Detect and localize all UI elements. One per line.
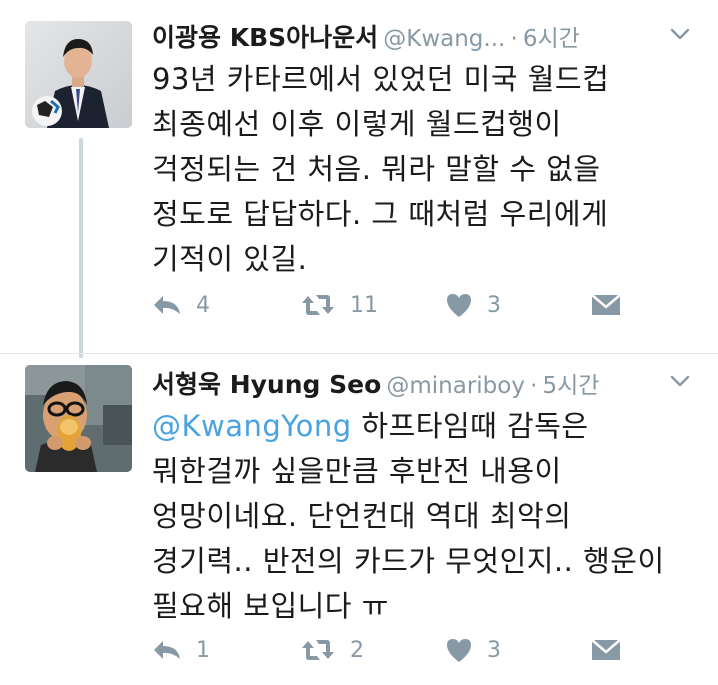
retweet-icon (300, 292, 336, 318)
like-count: 3 (487, 292, 501, 318)
tweet-actions: 1 2 3 (152, 634, 692, 666)
tweet-text-line: @KwangYong 하프타임때 감독은 (152, 404, 672, 449)
reply-icon (152, 637, 182, 663)
tweet-text-line: 93년 카타르에서 있었던 미국 월드컵 (152, 62, 610, 96)
tweet-text-line: 엉망이네요. 단언컨대 역대 최악의 (152, 499, 572, 533)
timestamp[interactable]: 6시간 (523, 26, 580, 52)
tweet-header: 이광용 KBS아나운서 @Kwang... · 6시간 (152, 18, 712, 58)
timestamp[interactable]: 5시간 (542, 373, 599, 399)
tweet-text-line: 뭐한걸까 싶을만큼 후반전 내용이 (152, 454, 562, 488)
tweet-text-line: 필요해 보입니다 ㅠ (152, 589, 389, 623)
retweet-button[interactable]: 11 (300, 289, 378, 321)
like-icon (445, 292, 473, 318)
like-icon (445, 637, 473, 663)
reply-count: 1 (196, 637, 210, 663)
tweet[interactable]: 서형욱 Hyung Seo @minariboy · 5시간 @KwangYon… (0, 355, 718, 685)
retweet-count: 2 (350, 637, 364, 663)
tweet-text-segment: 하프타임때 감독은 (351, 409, 589, 443)
separator-dot: · (530, 373, 538, 399)
tweet[interactable]: 이광용 KBS아나운서 @Kwang... · 6시간 93년 카타르에서 있었… (0, 0, 718, 355)
avatar[interactable] (25, 365, 132, 472)
tweet-text-line: 걱정되는 건 처음. 뭐라 말할 수 없을 (152, 152, 601, 186)
tweet-header: 서형욱 Hyung Seo @minariboy · 5시간 (152, 365, 712, 405)
mention-link[interactable]: @KwangYong (152, 409, 352, 443)
tweet-text-line: 정도로 답답하다. 그 때처럼 우리에게 (152, 197, 609, 231)
retweet-icon (300, 637, 336, 663)
direct-message-icon (590, 292, 622, 318)
display-name[interactable]: 서형욱 Hyung Seo (152, 370, 381, 399)
like-button[interactable]: 3 (445, 289, 501, 321)
display-name[interactable]: 이광용 KBS아나운서 (152, 23, 378, 52)
user-handle[interactable]: @Kwang... (383, 26, 505, 52)
tweet-text-line: 경기력.. 반전의 카드가 무엇인지.. 행운이 (152, 544, 665, 578)
chevron-down-icon[interactable] (668, 22, 692, 46)
tweet-actions: 4 11 3 (152, 289, 692, 321)
avatar[interactable] (25, 21, 132, 128)
reply-button[interactable]: 4 (152, 289, 210, 321)
reply-icon (152, 292, 182, 318)
direct-message-button[interactable] (590, 289, 622, 321)
tweet-text: @KwangYong 하프타임때 감독은 뭐한걸까 싶을만큼 후반전 내용이 엉… (152, 404, 672, 629)
chevron-down-icon[interactable] (668, 369, 692, 393)
tweet-divider (0, 353, 718, 354)
retweet-button[interactable]: 2 (300, 634, 364, 666)
separator-dot: · (510, 26, 518, 52)
reply-button[interactable]: 1 (152, 634, 210, 666)
retweet-count: 11 (350, 292, 378, 318)
reply-count: 4 (196, 292, 210, 318)
user-handle[interactable]: @minariboy (386, 373, 525, 399)
direct-message-button[interactable] (590, 634, 622, 666)
tweet-text-line: 최종예선 이후 이렇게 월드컵행이 (152, 107, 562, 141)
like-count: 3 (487, 637, 501, 663)
tweet-text: 93년 카타르에서 있었던 미국 월드컵 최종예선 이후 이렇게 월드컵행이 걱… (152, 57, 672, 282)
direct-message-icon (590, 637, 622, 663)
like-button[interactable]: 3 (445, 634, 501, 666)
tweet-text-line: 기적이 있길. (152, 242, 308, 276)
